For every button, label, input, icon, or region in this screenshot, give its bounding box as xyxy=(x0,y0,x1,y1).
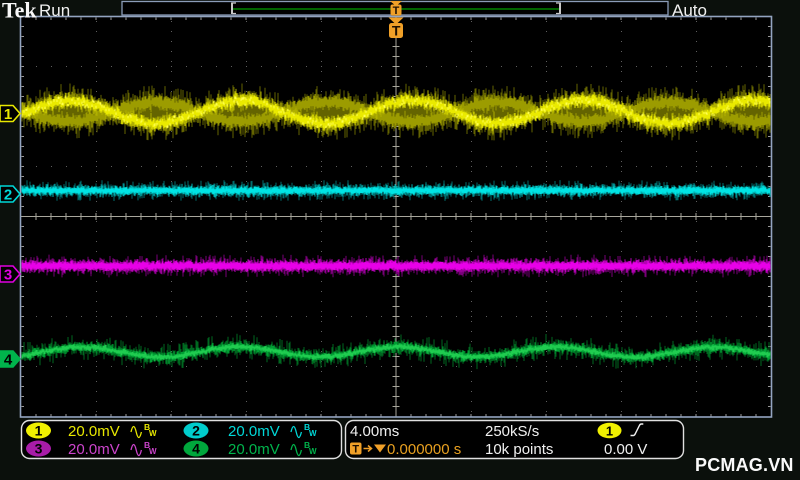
svg-text:4: 4 xyxy=(192,441,200,457)
svg-text:W: W xyxy=(309,447,317,456)
svg-text:Tek: Tek xyxy=(2,0,37,23)
svg-text:0.000000 s: 0.000000 s xyxy=(387,441,461,458)
svg-text:2: 2 xyxy=(4,187,12,204)
svg-text:PCMAG.VN: PCMAG.VN xyxy=(695,455,794,475)
svg-text:Auto: Auto xyxy=(672,1,707,20)
svg-text:0.00 V: 0.00 V xyxy=(604,441,647,458)
svg-text:1: 1 xyxy=(35,423,43,439)
svg-text:4.00ms: 4.00ms xyxy=(350,423,399,440)
svg-text:20.0mV: 20.0mV xyxy=(68,441,120,458)
svg-text:3: 3 xyxy=(4,267,12,284)
svg-text:2: 2 xyxy=(192,423,200,439)
svg-text:W: W xyxy=(149,447,157,456)
svg-text:W: W xyxy=(149,429,157,438)
svg-text:1: 1 xyxy=(606,424,613,439)
svg-text:20.0mV: 20.0mV xyxy=(228,441,280,458)
svg-text:T: T xyxy=(392,23,401,39)
svg-text:10k points: 10k points xyxy=(485,441,553,458)
svg-text:4: 4 xyxy=(4,352,13,369)
svg-text:Run: Run xyxy=(39,1,70,20)
svg-text:3: 3 xyxy=(35,441,43,457)
svg-text:W: W xyxy=(309,429,317,438)
svg-text:250kS/s: 250kS/s xyxy=(485,423,539,440)
svg-text:T: T xyxy=(352,444,359,456)
svg-text:20.0mV: 20.0mV xyxy=(68,423,120,440)
svg-text:T: T xyxy=(393,5,400,17)
svg-text:20.0mV: 20.0mV xyxy=(228,423,280,440)
svg-text:1: 1 xyxy=(4,106,12,123)
